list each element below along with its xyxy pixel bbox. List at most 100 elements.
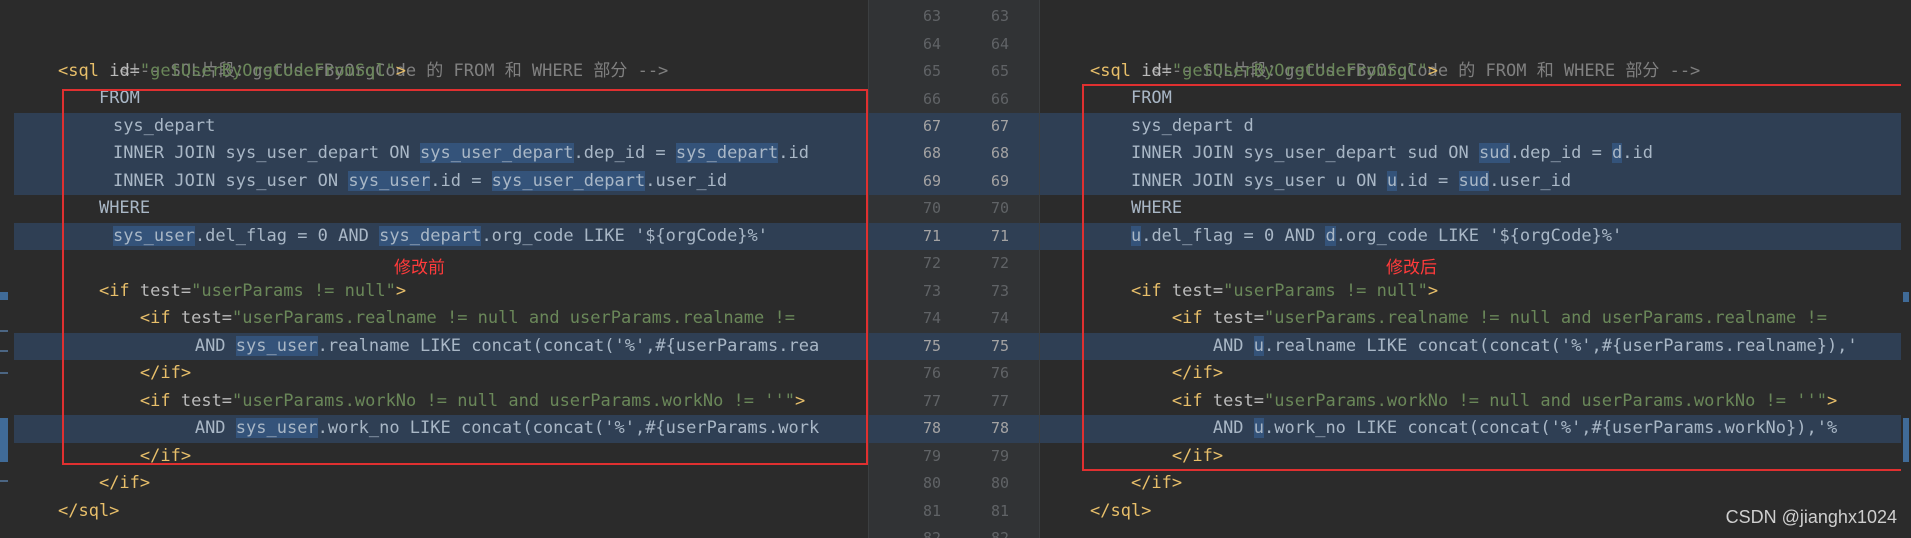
line-number-right: 65 xyxy=(990,62,1009,80)
attr-value: "userParams.realname != null and userPar… xyxy=(232,308,795,328)
left-editor-pane[interactable]: <!-- SQL片段：getUserByOrgCode 的 FROM 和 WHE… xyxy=(0,0,868,538)
code-line-78: </if> xyxy=(1040,443,1911,471)
sql-text: .realname LIKE concat(concat('%',#{userP… xyxy=(317,335,820,356)
tag-bracket: > xyxy=(1826,390,1838,411)
gutter-row: 69 69 xyxy=(869,167,1039,195)
code-line-73: <if test="userParams.realname != null an… xyxy=(1040,305,1911,333)
gutter-row: 81 81 xyxy=(869,498,1039,526)
tag-bracket: > xyxy=(395,60,407,81)
code-line-78: </if> xyxy=(0,443,868,471)
tag-if: <if xyxy=(139,308,171,328)
line-number-right: 66 xyxy=(990,89,1009,108)
line-number-right: 75 xyxy=(990,336,1009,355)
change-marker xyxy=(1903,418,1909,462)
right-editor-pane[interactable]: <!-- SQL片段：getUserByOrgCode 的 FROM 和 WHE… xyxy=(1040,0,1911,538)
sql-text: .id xyxy=(1622,143,1654,163)
code-line-64: <sql id="getUserByOrgCodeFromSql"> xyxy=(1040,58,1911,86)
sql-text: ON xyxy=(1438,143,1479,163)
attr-test: test= xyxy=(180,308,233,328)
sql-text: AND xyxy=(1212,335,1254,356)
line-number-right: 82 xyxy=(990,529,1009,538)
attr-value: "getUserByOrgCodeFromSql" xyxy=(1171,60,1428,81)
tag-if-close: </if> xyxy=(139,445,192,466)
ref-highlight: sys_depart xyxy=(675,143,779,163)
gutter-row: 71 71 xyxy=(869,222,1039,250)
sql-text: INNER JOIN sys_user_depart ON xyxy=(112,143,420,163)
attr-value: "userParams.workNo != null and userParam… xyxy=(1264,390,1827,411)
ref-highlight: sys_user xyxy=(348,170,431,191)
sql-keyword: FROM xyxy=(98,88,140,108)
tag-if: <if xyxy=(1171,308,1203,328)
ref-highlight: sys_depart xyxy=(379,225,482,246)
gutter-row: 66 66 xyxy=(869,86,1039,114)
sql-text: .dep_id = xyxy=(573,143,676,163)
line-number-right: 77 xyxy=(990,391,1009,410)
code-line-72: <if test="userParams != null"> xyxy=(1040,278,1911,306)
attr-test: test= xyxy=(139,280,192,301)
sql-text: AND xyxy=(194,335,236,356)
ref-highlight: sys_user xyxy=(235,335,318,356)
line-number-gutter: 63 63 64 64 65 65 66 66 67 67 68 68 69 69 70 70 … xyxy=(868,0,1040,538)
tag-bracket: > xyxy=(1427,60,1439,81)
ref-highlight: u xyxy=(1386,170,1398,191)
ref-highlight: u xyxy=(1253,335,1265,356)
tag-sql: <sql xyxy=(1090,60,1131,81)
line-number-right: 69 xyxy=(990,171,1009,190)
sql-text: .work_no LIKE concat(concat('%',#{userPa… xyxy=(1264,418,1838,438)
ref-highlight: sys_user xyxy=(112,225,195,246)
gutter-row: 72 72 xyxy=(869,250,1039,278)
line-number-left: 75 xyxy=(922,336,941,355)
ref-highlight: u xyxy=(1253,418,1265,438)
line-number-right: 64 xyxy=(990,34,1009,53)
tag-if-close: </if> xyxy=(1171,363,1224,383)
sql-text: .del_flag = 0 AND xyxy=(194,225,380,246)
code-line-65: FROM xyxy=(1040,85,1911,113)
code-line-63: <!-- SQL片段：getUserByOrgCode 的 FROM 和 WHE… xyxy=(0,30,868,81)
sql-text: .work_no LIKE concat(concat('%',#{userPa… xyxy=(317,418,820,438)
code-line-68: INNER JOIN sys_user ON sys_user.id = sys… xyxy=(14,167,868,195)
line-number-right: 67 xyxy=(990,116,1009,135)
line-number-right: 63 xyxy=(990,7,1009,25)
ref-highlight: sud xyxy=(1478,143,1510,163)
alias: u xyxy=(1335,170,1346,191)
gutter-row: 63 63 xyxy=(869,3,1039,31)
code-line-76: <if test="userParams.workNo != null and … xyxy=(1040,388,1911,416)
line-number-left: 71 xyxy=(922,226,941,245)
gutter-row: 73 73 xyxy=(869,278,1039,306)
line-number-left: 72 xyxy=(922,254,941,272)
right-scrollbar[interactable] xyxy=(1901,0,1911,538)
code-line-67: INNER JOIN sys_user_depart ON sys_user_d… xyxy=(14,140,868,168)
gutter-row: 76 76 xyxy=(869,360,1039,388)
ref-highlight: sys_user xyxy=(235,418,318,438)
line-number-right: 79 xyxy=(990,446,1009,465)
code-line-64: <sql id="getUserByOrgCodeFromSql"> xyxy=(0,58,868,86)
tag-if-close: </if> xyxy=(139,363,192,383)
line-number-left: 70 xyxy=(922,199,941,217)
line-number-left: 78 xyxy=(922,419,941,437)
table-name: sys_depart xyxy=(112,115,216,136)
tag-if-close: </if> xyxy=(1130,473,1183,493)
gutter-row: 75 75 xyxy=(869,332,1039,360)
sql-text: INNER JOIN sys_user ON xyxy=(112,170,349,191)
line-number-left: 81 xyxy=(922,501,941,520)
attr-value: "userParams != null" xyxy=(1223,280,1428,301)
code-line-80: </sql> xyxy=(0,498,868,526)
code-line-70: sys_user.del_flag = 0 AND sys_depart.org… xyxy=(14,222,868,250)
line-number-right: 74 xyxy=(990,309,1009,327)
gutter-row: 64 64 xyxy=(869,31,1039,59)
watermark: CSDN @jianghx1024 xyxy=(1725,507,1897,527)
tag-if: <if xyxy=(98,280,130,301)
sql-keyword: WHERE xyxy=(98,198,151,218)
left-annotation: 修改前 xyxy=(394,258,445,278)
line-number-right: 71 xyxy=(990,226,1009,245)
sql-text: .id = xyxy=(430,170,492,191)
code-line-76: <if test="userParams.workNo != null and … xyxy=(0,388,868,416)
code-line-74: AND u.realname LIKE concat(concat('%',#{… xyxy=(1040,332,1911,360)
line-number-right: 81 xyxy=(990,501,1009,520)
code-line-63: <!-- SQL片段：getUserByOrgCode 的 FROM 和 WHE… xyxy=(1040,30,1911,81)
code-line-70: u.del_flag = 0 AND d.org_code LIKE '${or… xyxy=(1040,222,1911,250)
sql-text: .realname LIKE concat(concat('%',#{userP… xyxy=(1264,335,1858,356)
line-number-left: 66 xyxy=(922,89,941,108)
line-number-left: 74 xyxy=(922,309,941,327)
